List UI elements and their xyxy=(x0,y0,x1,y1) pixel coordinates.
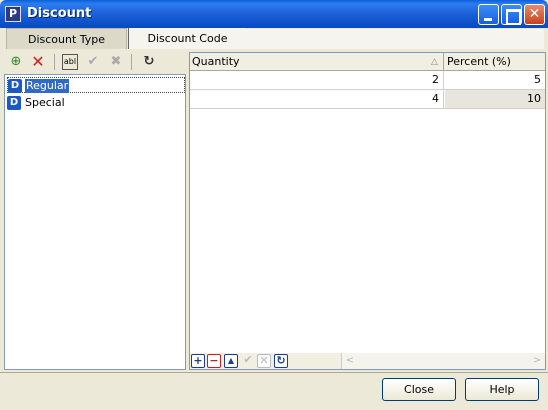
cancel-icon: ✕ xyxy=(257,354,271,368)
discount-type-icon: D xyxy=(7,96,21,110)
scroll-right-icon[interactable]: > xyxy=(530,354,544,368)
accept-icon: ✔ xyxy=(243,353,253,366)
rename-icon[interactable]: abl xyxy=(62,54,78,70)
tree-item-regular[interactable]: D Regular xyxy=(7,77,185,93)
app-icon: P xyxy=(5,6,21,22)
delete-icon[interactable]: ✕ xyxy=(30,54,46,70)
tab-strip-fill xyxy=(246,29,544,49)
table-row[interactable]: 4 10 xyxy=(190,90,545,109)
toolbar-divider xyxy=(131,54,132,70)
move-up-icon[interactable]: ▲ xyxy=(224,354,238,368)
add-icon[interactable]: ⊕ xyxy=(8,54,24,70)
tab-discount-type[interactable]: Discount Type xyxy=(6,28,127,49)
column-header-quantity[interactable]: Quantity △ xyxy=(190,53,444,71)
minimize-button[interactable] xyxy=(478,4,499,25)
window-title: Discount xyxy=(27,6,92,21)
cell-quantity[interactable]: 2 xyxy=(190,71,444,89)
discount-type-icon: D xyxy=(8,79,22,93)
grid-header: Quantity △ Percent (%) xyxy=(190,53,545,71)
cell-percent[interactable]: 10 xyxy=(445,90,545,108)
column-header-percent[interactable]: Percent (%) xyxy=(445,53,545,71)
refresh-icon[interactable]: ↻ xyxy=(274,354,288,368)
tree-item-special[interactable]: D Special xyxy=(7,95,185,111)
scroll-left-icon[interactable]: < xyxy=(343,354,357,368)
sort-ascending-icon: △ xyxy=(431,57,438,67)
grid-navigator: + − ▲ ✔ ✕ ↻ < > xyxy=(190,353,545,369)
discount-type-panel: ⊕ ✕ abl ✔ ✖ ↻ D Regular D Special xyxy=(2,50,186,370)
toolbar-divider xyxy=(54,54,55,70)
refresh-icon[interactable]: ↻ xyxy=(141,54,157,70)
tree-toolbar: ⊕ ✕ abl ✔ ✖ ↻ xyxy=(2,50,186,74)
add-row-icon[interactable]: + xyxy=(191,354,205,368)
tab-discount-code[interactable]: Discount Code xyxy=(128,28,246,49)
maximize-button[interactable] xyxy=(501,4,522,25)
discount-type-tree[interactable]: D Regular D Special xyxy=(4,74,186,370)
column-label: Quantity xyxy=(192,55,240,68)
tab-bar: Discount Type Discount Code xyxy=(0,28,548,50)
discount-grid[interactable]: Quantity △ Percent (%) 2 5 4 10 + − ▲ ✔ … xyxy=(189,52,546,370)
table-row[interactable]: 2 5 xyxy=(190,71,545,90)
cell-percent[interactable]: 5 xyxy=(445,71,545,89)
accept-icon: ✔ xyxy=(87,54,99,69)
horizontal-scrollbar[interactable]: < > xyxy=(341,353,545,369)
remove-row-icon[interactable]: − xyxy=(207,354,221,368)
help-button[interactable]: Help xyxy=(465,378,539,401)
tree-item-label: Regular xyxy=(25,79,70,93)
title-bar: P Discount ✕ xyxy=(0,0,548,30)
close-icon: ✕ xyxy=(528,6,541,22)
close-button[interactable]: Close xyxy=(382,378,456,401)
cancel-icon: ✖ xyxy=(110,54,122,69)
cell-quantity[interactable]: 4 xyxy=(190,90,444,108)
divider xyxy=(0,372,548,373)
tree-item-label: Special xyxy=(25,96,65,109)
close-window-button[interactable]: ✕ xyxy=(524,4,545,25)
